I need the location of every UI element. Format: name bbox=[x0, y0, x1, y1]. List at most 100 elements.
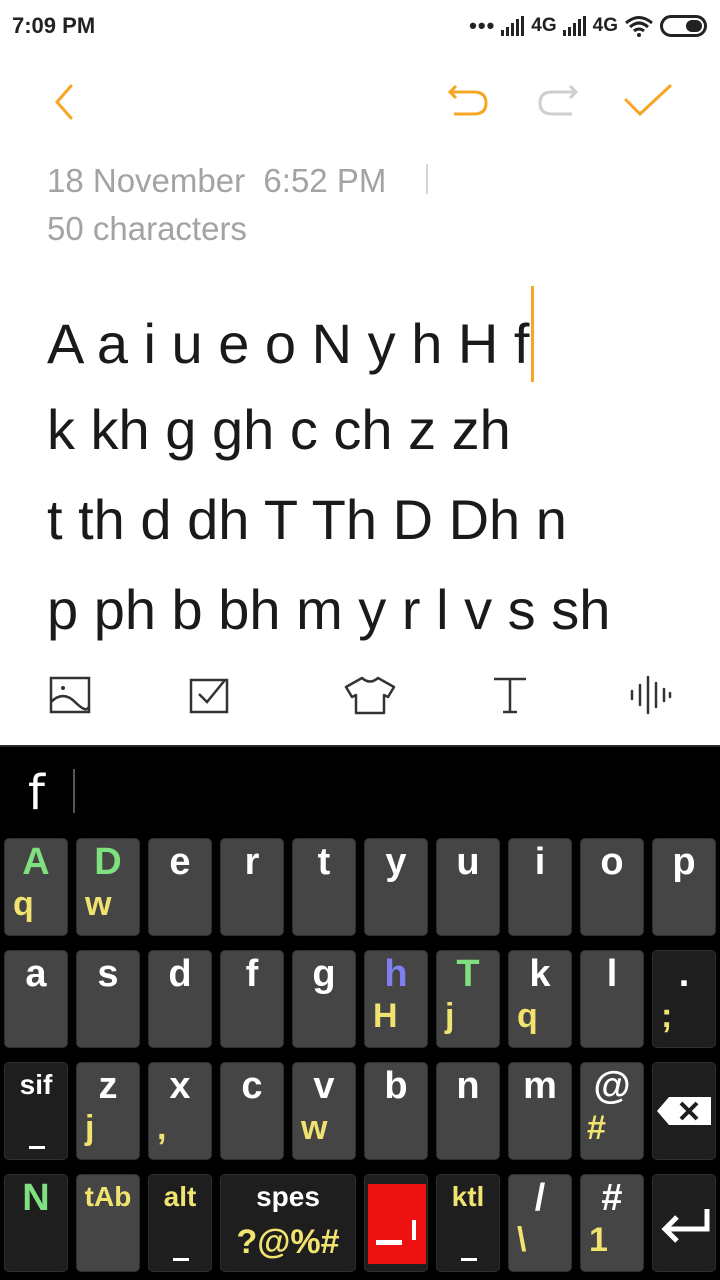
key-primary-label: f bbox=[245, 953, 259, 995]
network-type-label: 4G bbox=[531, 15, 557, 36]
key-primary-label: n bbox=[456, 1065, 480, 1107]
key-primary-label: o bbox=[600, 841, 624, 883]
keyboard: f A q D w e r t y u i o p a s d f g h H … bbox=[0, 745, 720, 1280]
checkmark-icon bbox=[624, 84, 672, 117]
voice-input-button[interactable] bbox=[620, 664, 680, 726]
text-format-button[interactable] bbox=[480, 664, 540, 726]
key-e[interactable]: e bbox=[148, 838, 212, 936]
key-p[interactable]: p bbox=[652, 838, 716, 936]
backspace-icon bbox=[657, 1097, 711, 1125]
key-primary-label: alt bbox=[163, 1181, 197, 1212]
back-button[interactable] bbox=[34, 70, 94, 134]
status-bar: 7:09 PM ••• 4G 4G bbox=[0, 0, 720, 52]
key-z[interactable]: z j bbox=[76, 1062, 140, 1160]
insert-image-button[interactable] bbox=[40, 664, 100, 726]
key-l[interactable]: l bbox=[580, 950, 644, 1048]
key-primary-label: D bbox=[94, 841, 122, 883]
key-primary-label: / bbox=[534, 1177, 546, 1219]
key-indicator bbox=[173, 1258, 189, 1261]
composing-text: f bbox=[28, 765, 45, 821]
key-v[interactable]: v w bbox=[292, 1062, 356, 1160]
key-k[interactable]: k q bbox=[508, 950, 572, 1048]
checkbox-icon bbox=[189, 678, 229, 714]
key-secondary-label: \ bbox=[517, 1221, 527, 1259]
key-primary-label: @ bbox=[593, 1065, 631, 1107]
ctrl-key[interactable]: ktl bbox=[436, 1174, 500, 1272]
key-period[interactable]: . ; bbox=[652, 950, 716, 1048]
status-icons: ••• 4G 4G bbox=[469, 12, 708, 40]
notification-dots: ••• bbox=[469, 13, 496, 38]
key-d[interactable]: d bbox=[148, 950, 212, 1048]
note-line-text: p ph b bh m y r l v s sh bbox=[47, 578, 611, 641]
enter-key[interactable] bbox=[652, 1174, 716, 1272]
text-format-icon bbox=[494, 677, 526, 714]
undo-button[interactable] bbox=[438, 70, 498, 134]
insert-checklist-button[interactable] bbox=[180, 664, 240, 726]
key-primary-label: b bbox=[384, 1065, 408, 1107]
key-m[interactable]: m bbox=[508, 1062, 572, 1160]
backspace-key[interactable] bbox=[652, 1062, 716, 1160]
key-d-w[interactable]: D w bbox=[76, 838, 140, 936]
key-secondary-label: q bbox=[13, 885, 34, 923]
key-secondary-label: 1 bbox=[589, 1221, 608, 1259]
redo-icon bbox=[538, 84, 579, 116]
key-primary-label: r bbox=[244, 841, 260, 883]
key-primary-label: a bbox=[25, 953, 47, 995]
shirt-icon bbox=[344, 676, 396, 715]
key-a[interactable]: a bbox=[4, 950, 68, 1048]
key-primary-label: l bbox=[606, 953, 618, 995]
key-o[interactable]: o bbox=[580, 838, 644, 936]
key-primary-label: m bbox=[523, 1065, 557, 1107]
key-primary-label: # bbox=[601, 1177, 623, 1219]
image-icon bbox=[49, 676, 91, 714]
waveform-icon bbox=[630, 675, 672, 715]
key-secondary-label: # bbox=[587, 1109, 606, 1147]
note-line: k kh g gh c ch z zh bbox=[47, 390, 707, 480]
theme-button[interactable] bbox=[340, 664, 400, 726]
note-line: t th d dh T Th D Dh n bbox=[47, 480, 707, 570]
redo-button[interactable] bbox=[528, 70, 588, 134]
key-n-modifier[interactable]: N bbox=[4, 1174, 68, 1272]
key-i[interactable]: i bbox=[508, 838, 572, 936]
signal-icon bbox=[562, 16, 586, 36]
key-u[interactable]: u bbox=[436, 838, 500, 936]
key-x[interactable]: x , bbox=[148, 1062, 212, 1160]
note-date: 18 November 6:52 PM bbox=[47, 162, 387, 199]
key-hash[interactable]: # 1 bbox=[580, 1174, 644, 1272]
key-primary-label: g bbox=[312, 953, 336, 995]
composing-cursor bbox=[73, 769, 75, 813]
note-toolbar bbox=[0, 70, 720, 134]
escape-key[interactable] bbox=[364, 1174, 428, 1272]
note-line: p ph b bh m y r l v s sh bbox=[47, 570, 707, 660]
key-primary-label: e bbox=[169, 841, 191, 883]
key-f[interactable]: f bbox=[220, 950, 284, 1048]
key-t[interactable]: t bbox=[292, 838, 356, 936]
key-g[interactable]: g bbox=[292, 950, 356, 1048]
note-line-text: k kh g gh c ch z zh bbox=[47, 398, 511, 461]
keyboard-border bbox=[0, 745, 720, 747]
key-c[interactable]: c bbox=[220, 1062, 284, 1160]
key-r[interactable]: r bbox=[220, 838, 284, 936]
key-primary-label: T bbox=[456, 953, 480, 995]
key-secondary-label: ?@%# bbox=[236, 1223, 340, 1261]
meta-divider bbox=[426, 164, 428, 194]
key-slash[interactable]: / \ bbox=[508, 1174, 572, 1272]
key-b[interactable]: b bbox=[364, 1062, 428, 1160]
space-key[interactable]: spes ?@%# bbox=[220, 1174, 356, 1272]
key-shift[interactable]: sif bbox=[4, 1062, 68, 1160]
key-primary-label: p bbox=[672, 841, 696, 883]
tab-key[interactable]: tAb bbox=[76, 1174, 140, 1272]
key-s[interactable]: s bbox=[76, 950, 140, 1048]
alt-key[interactable]: alt bbox=[148, 1174, 212, 1272]
key-a-q[interactable]: A q bbox=[4, 838, 68, 936]
note-body[interactable]: A a i u e o N y h H f k kh g gh c ch z z… bbox=[47, 286, 707, 660]
key-primary-label: tAb bbox=[84, 1181, 132, 1212]
key-primary-label: c bbox=[241, 1065, 263, 1107]
battery-icon bbox=[660, 15, 707, 37]
save-button[interactable] bbox=[618, 70, 678, 134]
key-h[interactable]: h H bbox=[364, 950, 428, 1048]
key-y[interactable]: y bbox=[364, 838, 428, 936]
key-n[interactable]: n bbox=[436, 1062, 500, 1160]
key-t-j[interactable]: T j bbox=[436, 950, 500, 1048]
key-at[interactable]: @ # bbox=[580, 1062, 644, 1160]
